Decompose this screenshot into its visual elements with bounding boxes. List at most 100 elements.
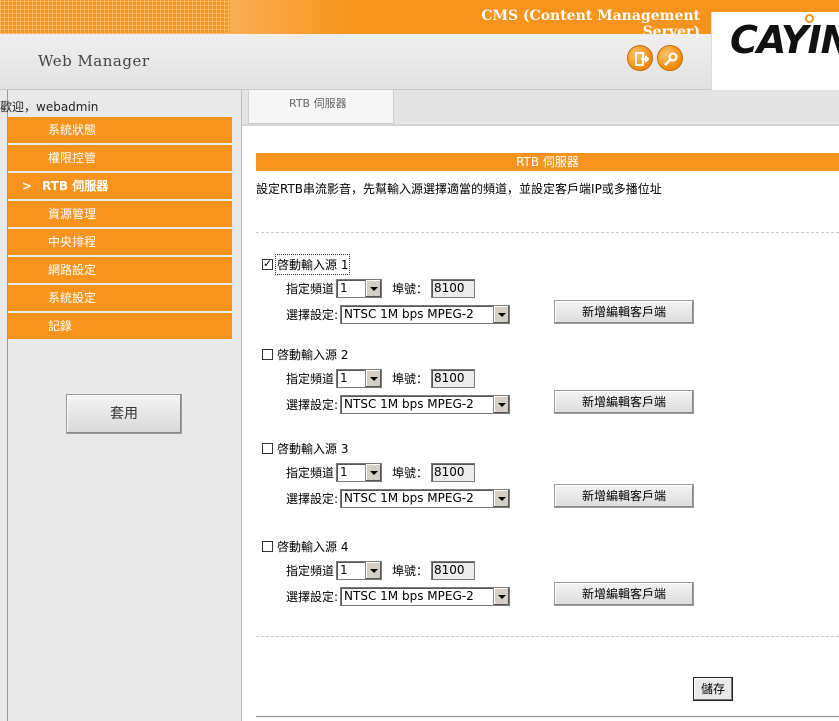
setting-select[interactable]: NTSC 1M bps MPEG-2 [340,304,511,324]
setting-select[interactable]: NTSC 1M bps MPEG-2 [340,394,511,414]
channel-value: 1 [340,370,348,385]
sidebar-menu: 系統狀態 權限控管 > RTB 伺服器 資源管理 中央排程 網路設定 系統設定 記… [8,117,232,341]
page-description: 設定RTB串流影音，先幫輸入源選擇適當的頻道，並設定客戶端IP或多播位址 [256,182,662,196]
source-3-checkbox[interactable] [262,442,273,454]
bottom-rule [256,716,839,717]
sidebar-item-resources[interactable]: 資源管理 [8,201,232,227]
dropdown-arrow-icon [493,489,510,507]
source-toggle-row: 啓動輸入源 4 [262,538,348,554]
setting-row: 選擇設定: NTSC 1M bps MPEG-2 新增編輯客戶端 [286,484,694,509]
dropdown-arrow-icon [365,561,382,579]
channel-value: 1 [340,280,348,295]
dropdown-arrow-icon [365,463,382,481]
edit-clients-button[interactable]: 新增編輯客戶端 [554,390,694,414]
setting-select[interactable]: NTSC 1M bps MPEG-2 [340,586,511,606]
logo-dot [805,14,814,23]
port-label: 埠號： [392,465,429,480]
source-2-checkbox[interactable] [262,348,273,360]
port-label: 埠號： [392,563,429,578]
source-4-checkbox[interactable] [262,540,273,552]
tab-rtb-server[interactable]: RTB 伺服器 [248,90,394,124]
sidebar-item-label: 網路設定 [48,263,97,277]
channel-value: 1 [340,464,348,479]
dropdown-arrow-icon [365,279,382,297]
channel-select[interactable]: 1 [336,278,383,298]
source-4-label: 啓動輸入源 4 [277,539,349,554]
setting-label: 選擇設定: [286,589,339,604]
section-title: RTB 伺服器 [256,153,839,171]
header-fade [230,0,350,34]
channel-label: 指定頻道 [286,371,335,386]
port-field[interactable]: 8100 [431,278,476,298]
sidebar-item-system-status[interactable]: 系統狀態 [8,117,232,143]
sidebar-item-label: 中央排程 [48,235,97,249]
settings-icon[interactable] [657,45,683,71]
setting-value: NTSC 1M bps MPEG-2 [344,306,474,321]
setting-label: 選擇設定: [286,491,339,506]
source-2-label: 啓動輸入源 2 [277,347,349,362]
setting-label: 選擇設定: [286,307,339,322]
sidebar-item-system-settings[interactable]: 系統設定 [8,285,232,311]
source-3-label: 啓動輸入源 3 [277,441,349,456]
edit-clients-button[interactable]: 新增編輯客戶端 [554,300,694,324]
app-title: Web Manager [38,52,150,70]
setting-select[interactable]: NTSC 1M bps MPEG-2 [340,488,511,508]
dropdown-arrow-icon [493,305,510,323]
port-label: 埠號： [392,371,429,386]
chevron-right-icon: > [22,179,33,193]
port-field[interactable]: 8100 [431,462,476,482]
welcome-text: 歡迎，webadmin [0,100,99,114]
divider [256,232,839,233]
source-toggle-row: 啓動輸入源 1 [262,253,351,275]
channel-label: 指定頻道 [286,563,335,578]
setting-label: 選擇設定: [286,397,339,412]
save-button[interactable]: 儲存 [693,677,733,701]
setting-value: NTSC 1M bps MPEG-2 [344,490,474,505]
setting-value: NTSC 1M bps MPEG-2 [344,396,474,411]
setting-row: 選擇設定: NTSC 1M bps MPEG-2 新增編輯客戶端 [286,582,694,607]
channel-port-row: 指定頻道 1 埠號： 8100 [286,560,476,580]
sidebar-item-label: RTB 伺服器 [42,179,109,193]
channel-value: 1 [340,562,348,577]
divider [256,636,839,637]
channel-select[interactable]: 1 [336,368,383,388]
source-toggle-row: 啓動輸入源 2 [262,346,348,362]
source-toggle-row: 啓動輸入源 3 [262,440,348,456]
source-1-checkbox[interactable] [262,257,273,270]
sidebar-item-network[interactable]: 網路設定 [8,257,232,283]
header-pattern [0,0,230,34]
setting-row: 選擇設定: NTSC 1M bps MPEG-2 新增編輯客戶端 [286,390,694,415]
channel-label: 指定頻道 [286,465,335,480]
tab-strip: RTB 伺服器 [242,90,839,126]
sidebar-item-label: 資源管理 [48,207,97,221]
port-field[interactable]: 8100 [431,560,476,580]
apply-button[interactable]: 套用 [66,394,182,434]
sidebar-item-label: 記錄 [48,319,73,333]
edit-clients-button[interactable]: 新增編輯客戶端 [554,582,694,606]
setting-value: NTSC 1M bps MPEG-2 [344,588,474,603]
sidebar-item-rtb-server[interactable]: > RTB 伺服器 [8,173,232,199]
logout-icon[interactable] [627,45,653,71]
channel-port-row: 指定頻道 1 埠號： 8100 [286,368,476,388]
sidebar-item-label: 系統設定 [48,291,97,305]
dropdown-arrow-icon [493,395,510,413]
sidebar-item-central-schedule[interactable]: 中央排程 [8,229,232,255]
sidebar-item-permissions[interactable]: 權限控管 [8,145,232,171]
source-1-label: 啓動輸入源 1 [274,253,351,275]
dropdown-arrow-icon [493,587,510,605]
channel-select[interactable]: 1 [336,560,383,580]
sidebar-item-label: 系統狀態 [48,123,97,137]
cayin-logo: CAYIN [730,18,839,62]
port-label: 埠號： [392,281,429,296]
sidebar-item-logs[interactable]: 記錄 [8,313,232,339]
sidebar: 歡迎，webadmin 系統狀態 權限控管 > RTB 伺服器 資源管理 中央排程… [0,90,242,721]
channel-port-row: 指定頻道 1 埠號： 8100 [286,462,476,482]
channel-label: 指定頻道 [286,281,335,296]
setting-row: 選擇設定: NTSC 1M bps MPEG-2 新增編輯客戶端 [286,300,694,325]
port-field[interactable]: 8100 [431,368,476,388]
channel-port-row: 指定頻道 1 埠號： 8100 [286,278,476,298]
dropdown-arrow-icon [365,369,382,387]
channel-select[interactable]: 1 [336,462,383,482]
edit-clients-button[interactable]: 新增編輯客戶端 [554,484,694,508]
sidebar-item-label: 權限控管 [48,151,97,165]
